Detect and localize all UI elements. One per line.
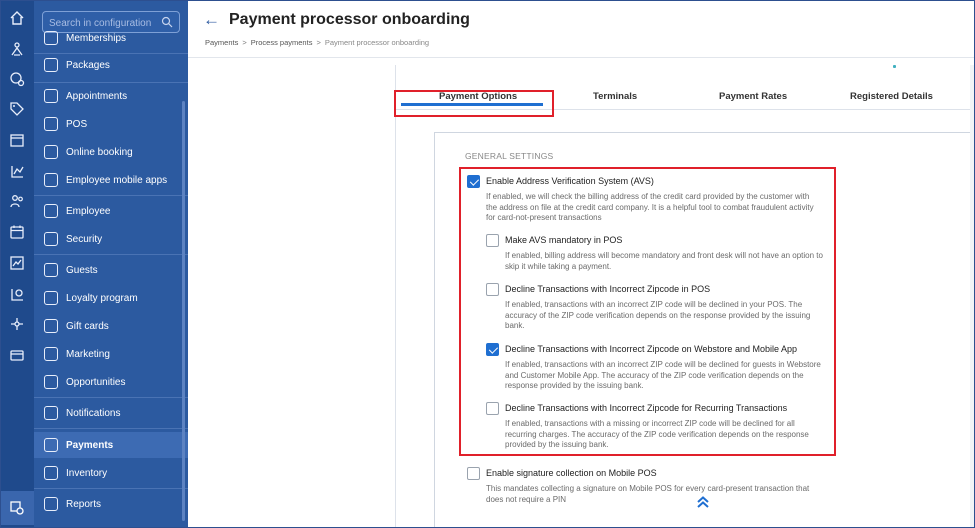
sidebar-item-notifications[interactable]: Notifications (34, 400, 188, 426)
billing-icon[interactable] (9, 347, 25, 363)
sidebar-item-loyalty-program[interactable]: Loyalty program (34, 285, 188, 311)
team-icon[interactable] (9, 193, 25, 209)
icon-rail (1, 1, 34, 527)
content-scrollbar[interactable] (970, 65, 974, 527)
avs-highlight-box (459, 167, 836, 456)
sidebar-item-appointments[interactable]: Appointments (34, 83, 188, 109)
report-icon[interactable] (9, 255, 25, 271)
nav-divider (34, 488, 188, 489)
box-icon[interactable] (9, 132, 25, 148)
config-icon[interactable] (9, 500, 25, 516)
decor-dot (893, 65, 896, 68)
calendar-icon[interactable] (9, 224, 25, 240)
breadcrumb: Payments > Process payments > Payment proces… (205, 38, 429, 47)
signature-checkbox[interactable] (467, 467, 480, 480)
app-window: Memberships Packages Appointments POS On… (0, 0, 975, 528)
breadcrumb-process-payments[interactable]: Process payments (251, 38, 313, 47)
reports-icon (44, 497, 58, 511)
analytics-icon[interactable] (9, 286, 25, 302)
tab-terminals[interactable]: Terminals (593, 91, 637, 102)
home-icon[interactable] (9, 10, 25, 26)
person-icon (44, 204, 58, 218)
sidebar-scrollbar[interactable] (182, 101, 185, 521)
pos-icon (44, 117, 58, 131)
header-divider (188, 57, 974, 58)
nav-divider (34, 397, 188, 398)
tag-icon[interactable] (9, 101, 25, 117)
back-arrow-icon[interactable]: ← (203, 11, 220, 28)
marketing-icon (44, 347, 58, 361)
sidebar-item-employee[interactable]: Employee (34, 198, 188, 224)
gift-card-icon (44, 319, 58, 333)
membership-icon (44, 31, 58, 45)
nav-divider (34, 428, 188, 429)
inventory-icon (44, 466, 58, 480)
sidebar-item-security[interactable]: Security (34, 226, 188, 252)
sidebar-item-guests[interactable]: Guests (34, 257, 188, 283)
sidebar-item-opportunities[interactable]: Opportunities (34, 369, 188, 395)
monitor-icon (44, 145, 58, 159)
scroll-to-top-icon[interactable] (695, 495, 711, 509)
signature-label: Enable signature collection on Mobile PO… (486, 468, 657, 478)
sidebar-item-packages[interactable]: Packages (34, 52, 188, 78)
shield-icon (44, 232, 58, 246)
sidebar-item-gift-cards[interactable]: Gift cards (34, 313, 188, 339)
user-icon[interactable] (9, 163, 25, 179)
breadcrumb-separator: > (316, 38, 321, 47)
sidebar-item-employee-mobile-apps[interactable]: Employee mobile apps (34, 167, 188, 193)
package-icon (44, 58, 58, 72)
sidebar-item-memberships[interactable]: Memberships (34, 25, 188, 51)
settings-icon[interactable] (9, 71, 25, 87)
nav-divider (34, 195, 188, 196)
section-title: GENERAL SETTINGS (465, 151, 554, 161)
nav-divider (34, 254, 188, 255)
breadcrumb-separator: > (242, 38, 247, 47)
hierarchy-icon[interactable] (9, 41, 25, 57)
payments-icon (44, 438, 58, 452)
tab-highlight-box (394, 90, 554, 117)
network-icon[interactable] (9, 316, 25, 332)
calendar-icon (44, 89, 58, 103)
loyalty-icon (44, 291, 58, 305)
sidebar-item-payments[interactable]: Payments (34, 432, 188, 458)
tab-payment-rates[interactable]: Payment Rates (719, 91, 787, 102)
sidebar-item-marketing[interactable]: Marketing (34, 341, 188, 367)
page-title: Payment processor onboarding (229, 11, 470, 28)
config-sidebar: Memberships Packages Appointments POS On… (34, 1, 188, 527)
sidebar-item-reports[interactable]: Reports (34, 491, 188, 517)
breadcrumb-payments[interactable]: Payments (205, 38, 238, 47)
breadcrumb-current: Payment processor onboarding (324, 38, 430, 47)
sidebar-item-inventory[interactable]: Inventory (34, 460, 188, 486)
mobile-icon (44, 173, 58, 187)
opportunities-icon (44, 375, 58, 389)
bell-icon (44, 406, 58, 420)
sidebar-item-pos[interactable]: POS (34, 111, 188, 137)
guests-icon (44, 263, 58, 277)
sidebar-item-online-booking[interactable]: Online booking (34, 139, 188, 165)
signature-description: This mandates collecting a signature on … (486, 484, 810, 504)
tab-registered-details[interactable]: Registered Details (850, 91, 933, 102)
